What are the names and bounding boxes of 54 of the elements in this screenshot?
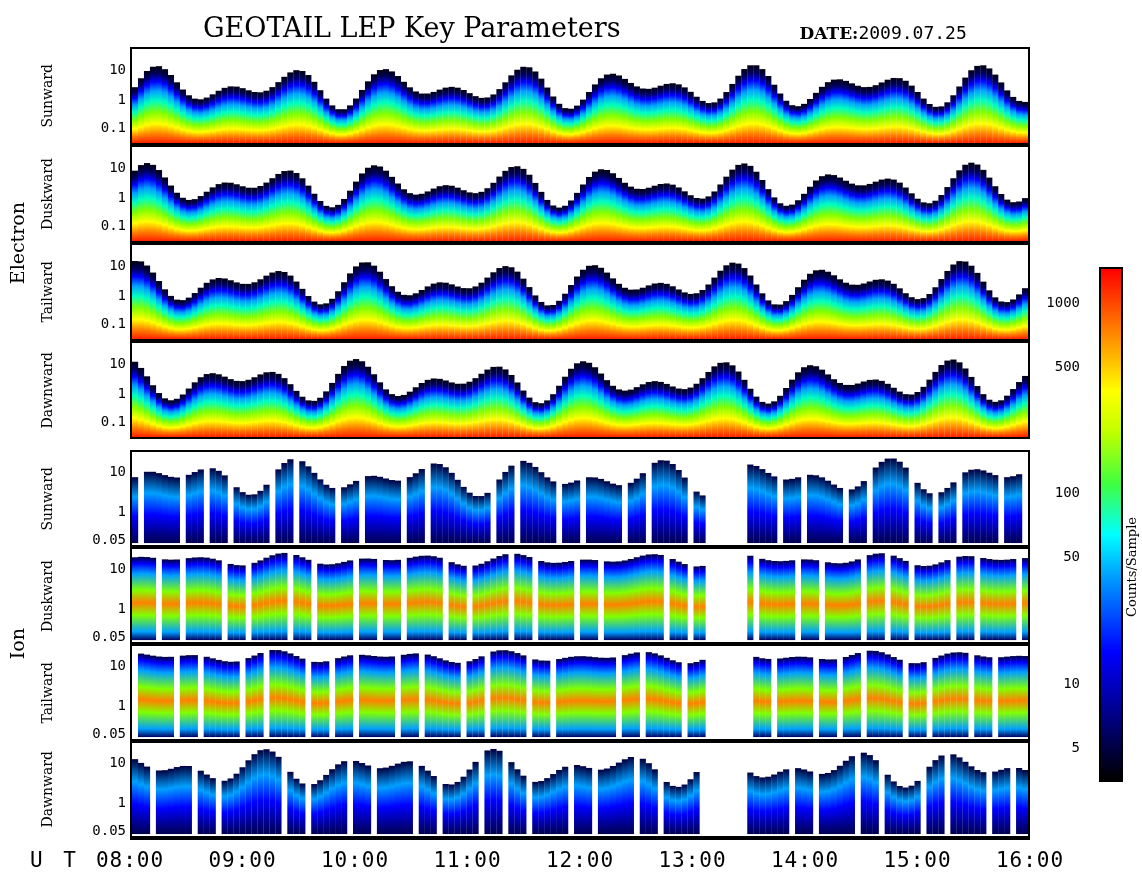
- y-tick-label: 1: [117, 188, 126, 205]
- axis-label: U T: [30, 848, 80, 872]
- time-tick-label: 09:00: [208, 848, 277, 872]
- y-tick-label: 10: [109, 657, 126, 674]
- y-tick-label: 1: [117, 286, 126, 303]
- y-tick-label: 0.05: [92, 628, 126, 645]
- time-tick-label: 14:00: [770, 848, 840, 872]
- direction-label: Dawnward: [39, 351, 55, 429]
- y-tick-label: 10: [109, 256, 126, 273]
- y-tick-label: 1: [117, 503, 126, 520]
- direction-label: Sunward: [39, 64, 55, 128]
- direction-label: Dawnward: [39, 751, 55, 828]
- y-tick-label: 0.05: [92, 822, 126, 839]
- y-tick-label: 1: [117, 794, 126, 811]
- colorbar-label: Counts/Sample: [1124, 517, 1139, 617]
- y-tick-label: 0.1: [100, 217, 126, 234]
- y-tick-label: 0.1: [100, 413, 126, 430]
- y-tick-label: 1: [117, 384, 126, 401]
- y-tick-label: 10: [109, 158, 126, 175]
- time-tick-label: 10:00: [320, 848, 390, 872]
- y-tick-label: 10: [109, 560, 126, 577]
- y-tick-label: 1: [117, 600, 126, 617]
- time-tick-label: 16:00: [995, 848, 1065, 872]
- colorbar-tick-label: 10: [1063, 675, 1080, 692]
- direction-label: Tailward: [39, 661, 55, 724]
- colorbar-tick-label: 5: [1071, 739, 1080, 756]
- colorbar-tick-label: 500: [1054, 357, 1080, 374]
- y-tick-label: 10: [109, 60, 126, 77]
- colorbar-tick-label: 1000: [1046, 293, 1080, 310]
- y-tick-label: 10: [109, 354, 126, 371]
- date-value: 2009.07.25: [858, 22, 967, 43]
- colorbar-tick-label: 50: [1063, 548, 1080, 565]
- y-tick-label: 10: [109, 754, 126, 771]
- direction-label: Tailward: [39, 261, 55, 323]
- colorbar-tick-label: 100: [1054, 484, 1080, 501]
- y-tick-label: 10: [109, 463, 126, 480]
- plot-title: GEOTAIL LEP Key Parameters: [203, 12, 621, 43]
- group-label: Electron: [6, 201, 28, 285]
- y-tick-label: 0.1: [100, 315, 126, 332]
- y-tick-label: 0.05: [92, 531, 126, 548]
- direction-label: Duskward: [39, 559, 55, 632]
- y-tick-label: 1: [117, 90, 126, 107]
- time-tick-label: 13:00: [658, 848, 727, 872]
- group-label: Ion: [6, 628, 28, 660]
- y-tick-label: 1: [117, 697, 126, 714]
- direction-label: Sunward: [39, 466, 55, 531]
- time-tick-label: 11:00: [433, 848, 502, 872]
- time-tick-label: 12:00: [545, 848, 615, 872]
- y-tick-label: 0.05: [92, 725, 126, 742]
- date-label: DATE:: [799, 23, 859, 43]
- time-tick-label: 08:00: [95, 848, 165, 872]
- y-tick-label: 0.1: [100, 119, 126, 136]
- direction-label: Duskward: [39, 158, 55, 230]
- time-tick-label: 15:00: [883, 848, 952, 872]
